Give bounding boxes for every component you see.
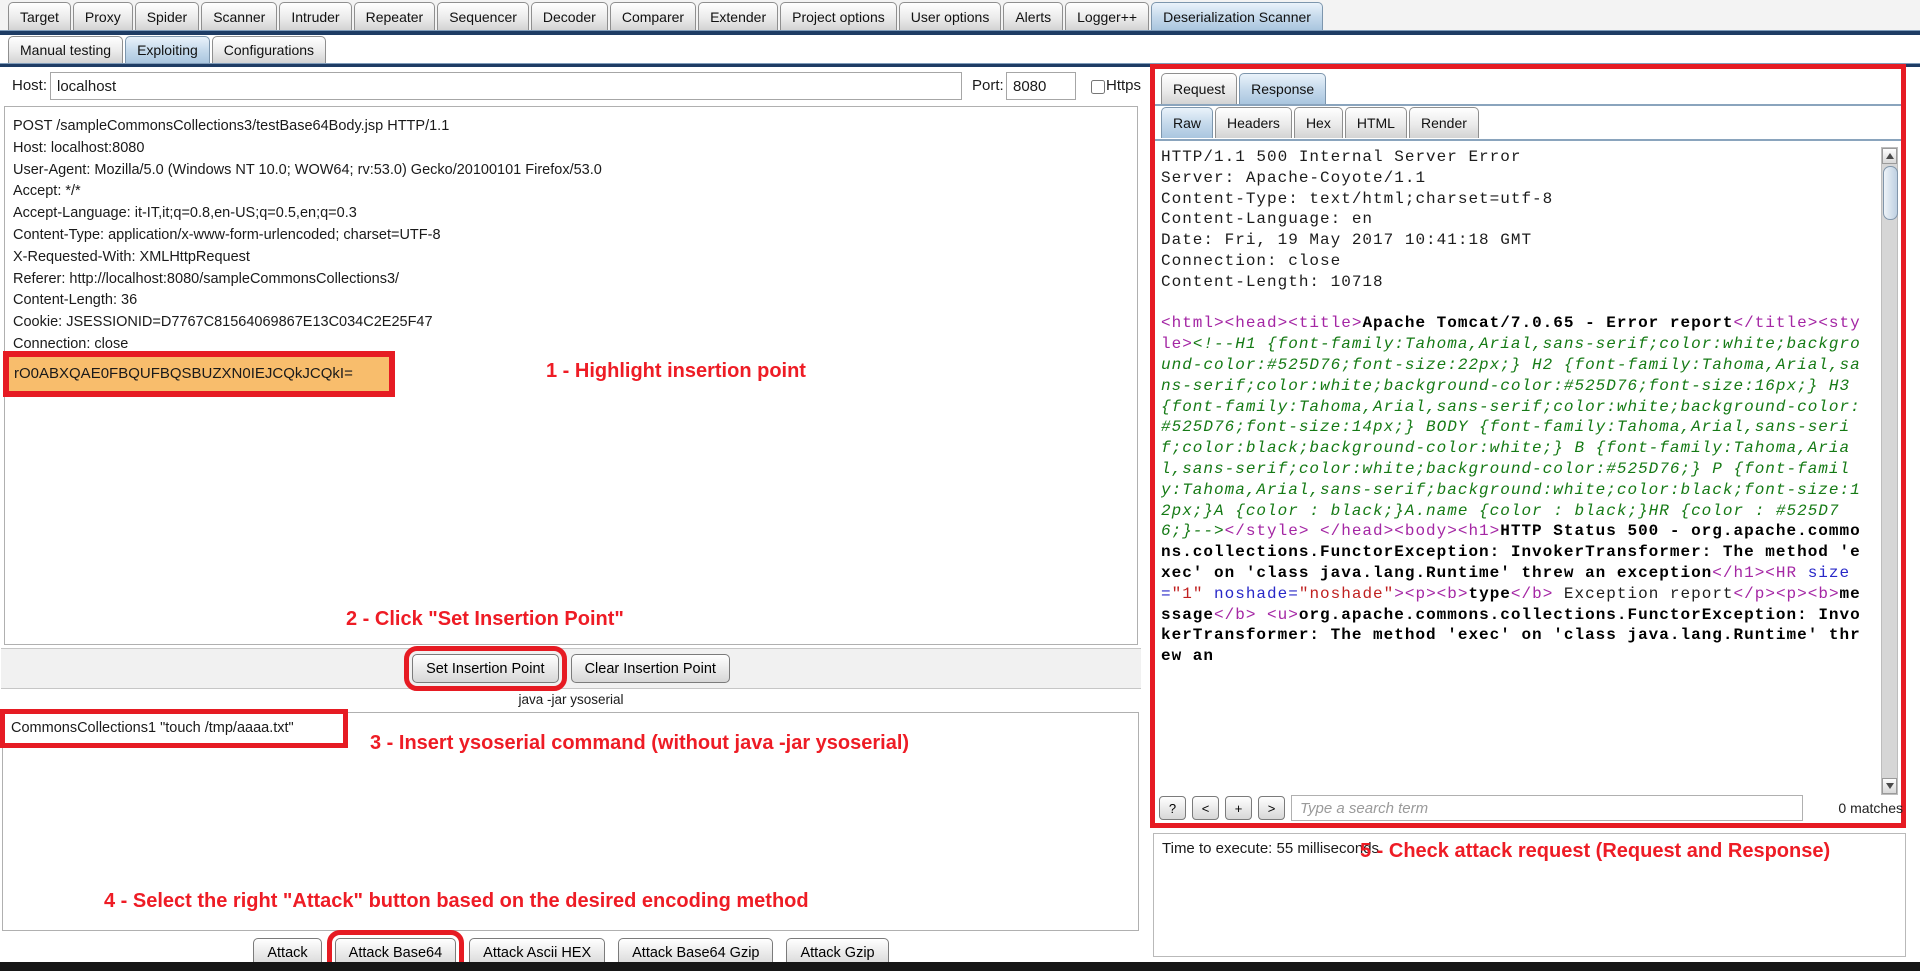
extension-tab-bar: Manual testingExploitingConfigurations [8,37,326,63]
tab-request[interactable]: Request [1161,73,1237,104]
tab-configurations[interactable]: Configurations [212,36,326,63]
tab-headers[interactable]: Headers [1215,107,1292,138]
tab-repeater[interactable]: Repeater [354,2,436,30]
tab-render[interactable]: Render [1409,107,1479,138]
response-raw-text: HTTP/1.1 500 Internal Server Error Serve… [1161,147,1867,795]
ysoserial-command-text: CommonsCollections1 "touch /tmp/aaaa.txt… [5,714,343,742]
annotation-step3: 3 - Insert ysoserial command (without ja… [370,732,909,755]
search-options-button[interactable]: + [1225,796,1252,820]
port-label: Port: [972,77,1004,94]
scroll-down-icon [1886,783,1894,789]
tab-response[interactable]: Response [1239,73,1326,104]
tab-logger[interactable]: Logger++ [1065,2,1149,30]
annotation-step2: 2 - Click "Set Insertion Point" [346,608,624,631]
time-to-execute: Time to execute: 55 milliseconds [1162,840,1379,857]
tab-target[interactable]: Target [8,2,71,30]
https-checkbox[interactable] [1091,80,1105,94]
tab-exploiting[interactable]: Exploiting [125,36,210,63]
divider [1155,139,1901,141]
tab-project-options[interactable]: Project options [780,2,897,30]
annotation-box-insertion-point: rO0ABXQAE0FBQUFBQSBUZXN0IEJCQkJCQkI= [3,351,395,397]
tab-deserialization-scanner[interactable]: Deserialization Scanner [1151,2,1323,30]
tab-extender[interactable]: Extender [698,2,778,30]
main-tab-bar: TargetProxySpiderScannerIntruderRepeater… [8,3,1323,30]
ysoserial-label: java -jar ysoserial [0,692,1142,707]
tab-manual-testing[interactable]: Manual testing [8,36,123,63]
highlighted-payload: rO0ABXQAE0FBQUFBQSBUZXN0IEJCQkJCQkI= [9,357,389,391]
search-help-button[interactable]: ? [1159,796,1186,820]
request-text: POST /sampleCommonsCollections3/testBase… [13,116,1137,356]
message-tab-bar: RequestResponse [1161,74,1326,104]
clear-insertion-point-button[interactable]: Clear Insertion Point [571,654,730,683]
scrollbar-thumb[interactable] [1883,166,1898,220]
search-bar: ? < + > 0 matches [1159,795,1903,821]
insertion-button-strip: Set Insertion Point Clear Insertion Poin… [1,648,1141,689]
annotation-step4: 4 - Select the right "Attack" button bas… [104,890,809,913]
tab-proxy[interactable]: Proxy [73,2,133,30]
tab-user-options[interactable]: User options [899,2,1002,30]
annotation-step5: 5 - Check attack request (Request and Re… [1360,840,1830,863]
https-label: Https [1106,77,1141,94]
tab-decoder[interactable]: Decoder [531,2,608,30]
divider [0,31,1920,35]
scrollbar[interactable] [1881,147,1898,795]
tab-spider[interactable]: Spider [135,2,199,30]
scroll-up-icon [1886,153,1894,159]
tab-hex[interactable]: Hex [1294,107,1343,138]
view-tab-bar: RawHeadersHexHTMLRender [1161,108,1479,138]
search-prev-button[interactable]: < [1192,796,1219,820]
tab-alerts[interactable]: Alerts [1003,2,1063,30]
bottom-bar [0,962,1920,971]
host-input[interactable] [50,72,962,100]
search-matches-count: 0 matches [1838,800,1903,816]
host-label: Host: [12,77,47,94]
tab-scanner[interactable]: Scanner [201,2,277,30]
annotation-step1: 1 - Highlight insertion point [546,360,806,383]
scroll-up-button[interactable] [1882,148,1897,164]
scroll-down-button[interactable] [1882,778,1897,794]
search-next-button[interactable]: > [1258,796,1285,820]
port-input[interactable] [1006,72,1076,100]
tab-raw[interactable]: Raw [1161,107,1213,138]
tab-sequencer[interactable]: Sequencer [437,2,529,30]
tab-html[interactable]: HTML [1345,107,1407,138]
search-input[interactable] [1291,795,1803,821]
tab-comparer[interactable]: Comparer [610,2,696,30]
response-panel: RequestResponse RawHeadersHexHTMLRender … [1150,64,1906,828]
set-insertion-point-button[interactable]: Set Insertion Point [412,654,559,683]
tab-intruder[interactable]: Intruder [279,2,351,30]
divider [1155,104,1901,106]
annotation-box-command: CommonsCollections1 "touch /tmp/aaaa.txt… [0,709,348,748]
